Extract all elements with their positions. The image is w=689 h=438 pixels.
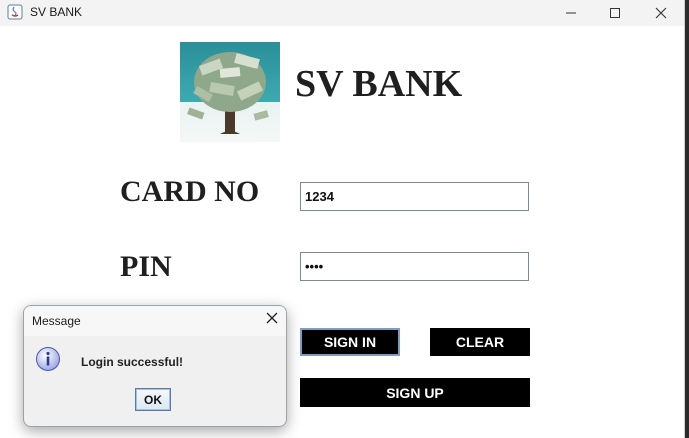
minimize-icon xyxy=(566,12,576,14)
message-dialog: Message Login successful! OK xyxy=(23,305,287,427)
close-button[interactable] xyxy=(638,0,684,26)
minimize-button[interactable] xyxy=(548,0,594,26)
pin-label: PIN xyxy=(120,250,172,283)
close-icon xyxy=(655,7,667,19)
money-tree-logo xyxy=(180,42,280,142)
title-bar[interactable]: SV BANK xyxy=(0,0,684,26)
bank-title: SV BANK xyxy=(295,63,463,105)
ok-button[interactable]: OK xyxy=(135,388,171,411)
dialog-message: Login successful! xyxy=(81,355,184,369)
sign-up-button[interactable]: SIGN UP xyxy=(300,378,530,407)
dialog-title: Message xyxy=(32,314,81,328)
dialog-title-bar[interactable]: Message xyxy=(24,306,286,336)
maximize-icon xyxy=(610,8,620,18)
clear-button[interactable]: CLEAR xyxy=(430,328,530,356)
card-no-label: CARD NO xyxy=(120,175,260,208)
close-icon xyxy=(266,312,278,324)
dialog-close-button[interactable] xyxy=(266,311,278,329)
window-title: SV BANK xyxy=(30,5,83,19)
pin-input[interactable] xyxy=(300,252,529,281)
java-app-icon xyxy=(7,4,23,20)
maximize-button[interactable] xyxy=(592,0,638,26)
info-icon xyxy=(36,347,60,371)
card-no-input[interactable] xyxy=(300,182,529,211)
sign-in-button[interactable]: SIGN IN xyxy=(300,328,400,356)
